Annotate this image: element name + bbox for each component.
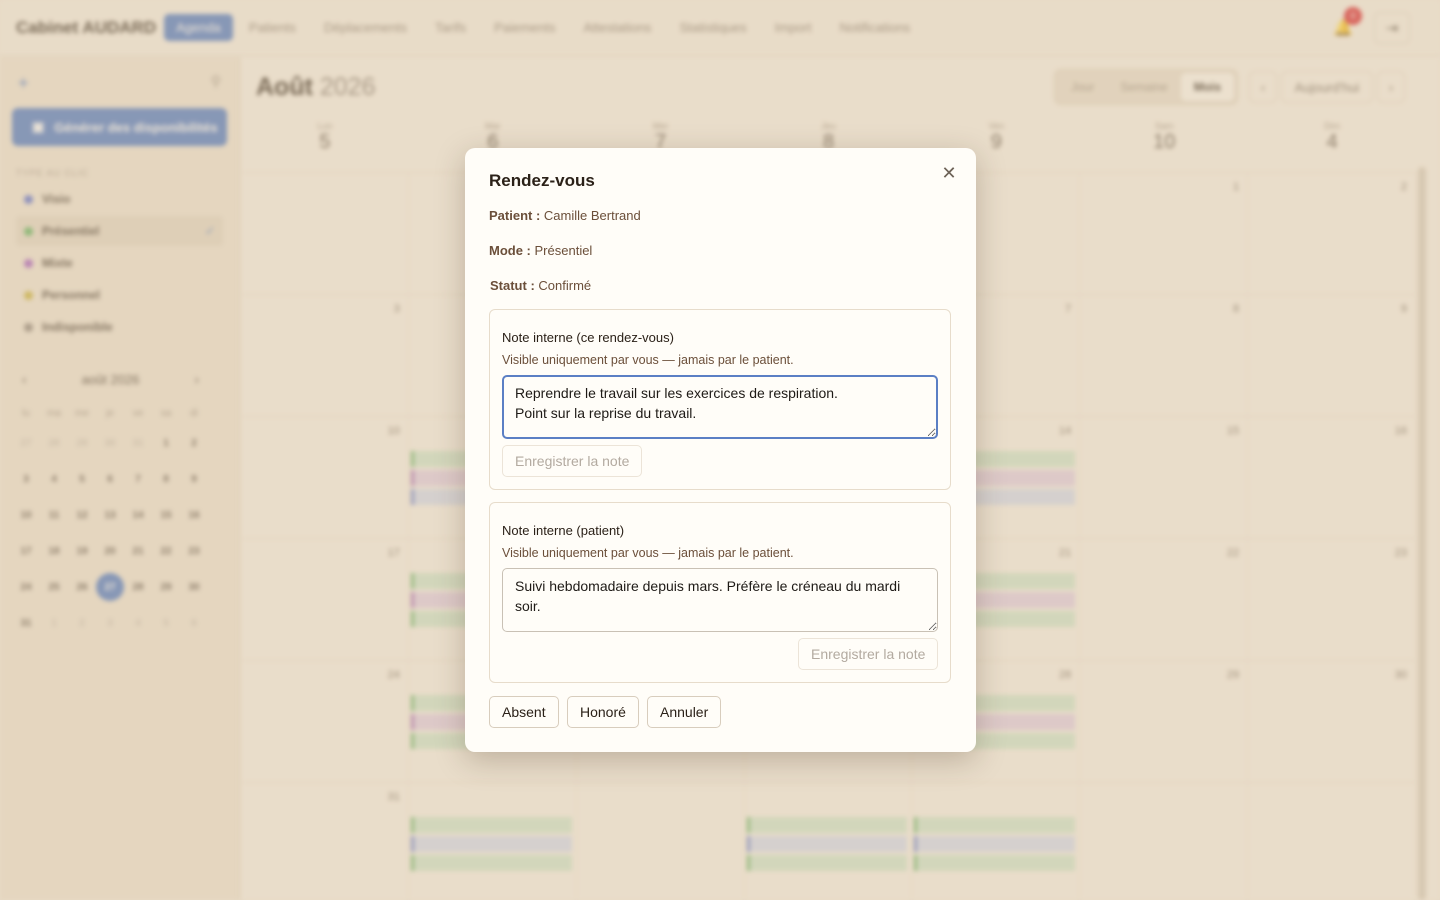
save-patient-note-button[interactable]: Enregistrer la note [798,638,939,670]
appointment-note-title: Note interne (ce rendez-vous) [502,330,674,345]
mode-label: Mode : [489,243,531,258]
absent-button[interactable]: Absent [489,696,559,728]
cancel-appointment-button[interactable]: Annuler [647,696,722,728]
save-appointment-note-button[interactable]: Enregistrer la note [502,445,643,477]
patient-field: Patient : Camille Bertrand [489,208,641,223]
mode-field: Mode : Présentiel [489,243,592,258]
patient-label: Patient : [489,208,541,223]
status-label: Statut : [490,278,535,293]
close-icon[interactable]: ✕ [938,162,960,184]
appointment-note-description: Visible uniquement par vous — jamais par… [502,353,794,367]
patient-note-title: Note interne (patient) [502,523,625,538]
patient-note-textarea[interactable] [502,568,938,632]
appointment-note-textarea[interactable] [502,375,938,439]
honore-button[interactable]: Honoré [567,696,639,728]
modal-title: Rendez-vous [489,171,595,190]
appointment-note-section: Note interne (ce rendez-vous) Visible un… [489,309,951,490]
mode-value: Présentiel [534,243,593,258]
patient-value: Camille Bertrand [543,208,641,223]
patient-note-section: Note interne (patient) Visible uniquemen… [489,502,951,683]
patient-note-description: Visible uniquement par vous — jamais par… [502,546,794,560]
appointment-modal: Rendez-vous ✕ Patient : Camille Bertrand… [465,148,976,752]
status-value: Confirmé [538,278,592,293]
status-field: Statut : Confirmé [490,278,591,293]
